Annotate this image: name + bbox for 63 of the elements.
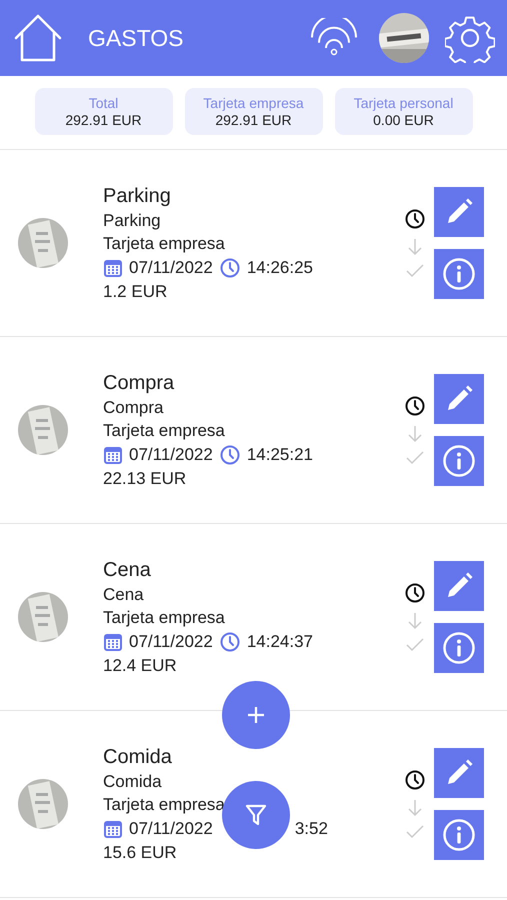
info-button[interactable]	[434, 436, 484, 486]
check-icon	[406, 825, 424, 839]
expense-date: 07/11/2022	[129, 444, 213, 464]
expense-title: Parking	[103, 184, 172, 208]
edit-button[interactable]	[434, 561, 484, 611]
expense-subtitle: Parking	[103, 210, 162, 230]
expense-date: 07/11/2022	[129, 632, 213, 652]
expense-time: 14:26:25	[246, 258, 314, 278]
payment-method: Tarjeta empresa	[103, 234, 226, 254]
summary-label: Tarjeta empresa	[203, 95, 304, 111]
arrow-down-icon	[407, 425, 423, 443]
expense-subtitle: Comida	[103, 772, 163, 792]
expense-date: 07/11/2022	[129, 258, 213, 278]
expense-title: Cena	[103, 558, 152, 582]
calendar-icon	[103, 258, 123, 278]
expense-amount: 22.13 EUR	[103, 468, 188, 488]
plus-icon	[245, 704, 267, 726]
payment-method: Tarjeta empresa	[103, 420, 226, 440]
check-icon	[406, 451, 424, 465]
expense-subtitle: Compra	[103, 398, 164, 418]
clock-icon	[404, 769, 426, 791]
edit-button[interactable]	[434, 748, 484, 798]
arrow-down-icon	[407, 238, 423, 256]
arrow-down-icon	[407, 612, 423, 630]
home-icon[interactable]	[12, 12, 64, 64]
arrow-down-icon	[407, 799, 423, 817]
check-icon	[406, 638, 424, 652]
info-icon	[442, 444, 476, 478]
calendar-icon	[103, 632, 123, 652]
summary-value: 292.91 EUR	[65, 112, 142, 128]
wifi-icon	[309, 18, 359, 58]
info-button[interactable]	[434, 249, 484, 299]
clock-icon	[404, 582, 426, 604]
expense-time: 14:24:37	[246, 632, 314, 652]
payment-method: Tarjeta empresa	[103, 794, 226, 814]
expense-title: Compra	[103, 372, 176, 394]
clock-icon	[404, 395, 426, 417]
info-icon	[442, 631, 476, 665]
expense-subtitle: Cena	[103, 584, 145, 604]
expense-amount: 1.2 EUR	[103, 282, 168, 302]
summary-label: Total	[88, 95, 118, 111]
info-button[interactable]	[434, 810, 484, 860]
info-icon	[442, 257, 476, 291]
expense-date: 07/11/2022	[129, 818, 213, 838]
edit-button[interactable]	[434, 187, 484, 237]
summary-value: 292.91 EUR	[215, 112, 292, 128]
calendar-icon	[103, 818, 123, 838]
filter-icon	[244, 802, 268, 828]
calendar-icon	[103, 444, 123, 464]
expense-time: 14:25:21	[246, 444, 314, 464]
info-icon	[442, 818, 476, 852]
payment-method: Tarjeta empresa	[103, 608, 226, 628]
expense-amount: 15.6 EUR	[103, 842, 178, 862]
summary-label: Tarjeta personal	[354, 95, 454, 111]
info-button[interactable]	[434, 623, 484, 673]
expense-amount: 12.4 EUR	[103, 656, 178, 676]
page-title: GASTOS	[88, 24, 184, 52]
expense-time: 3:52	[294, 818, 328, 838]
edit-button[interactable]	[434, 374, 484, 424]
expense-title: Comida	[103, 746, 173, 768]
summary-value: 0.00 EUR	[373, 112, 434, 128]
clock-icon	[404, 208, 426, 230]
check-icon	[406, 264, 424, 278]
